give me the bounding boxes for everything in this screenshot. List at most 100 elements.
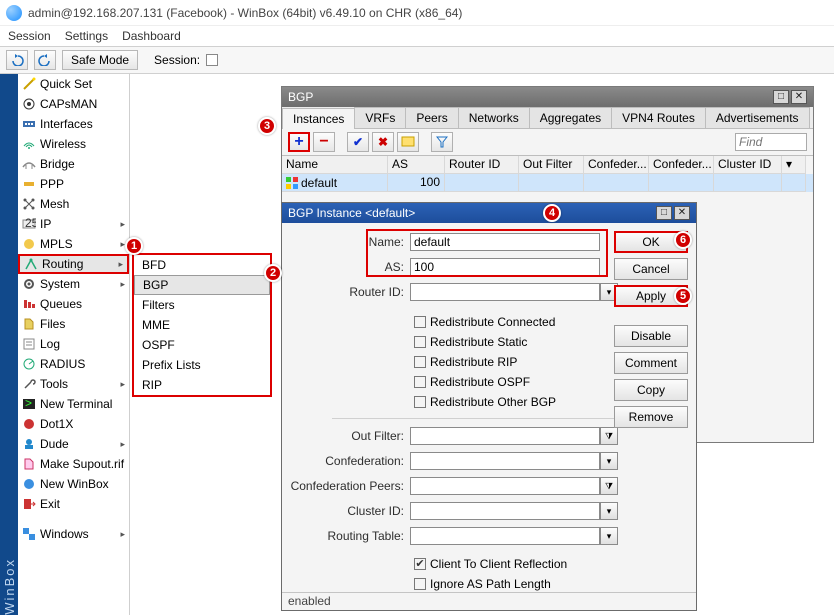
c2c-checkbox[interactable]: ✔ <box>414 558 426 570</box>
tab-instances[interactable]: Instances <box>282 108 355 129</box>
minimize-button[interactable]: □ <box>773 90 789 104</box>
tab-networks[interactable]: Networks <box>458 107 530 128</box>
redis-connected-checkbox[interactable] <box>414 316 426 328</box>
sidebar-item-dot1x[interactable]: Dot1X <box>18 414 129 434</box>
submenu-item-ospf[interactable]: OSPF <box>134 335 270 355</box>
tab-vpn4[interactable]: VPN4 Routes <box>611 107 706 128</box>
col-more[interactable]: ▾ <box>782 156 806 174</box>
confed-dropdown[interactable]: ▾ <box>600 452 618 470</box>
sidebar-item-newwinbox[interactable]: New WinBox <box>18 474 129 494</box>
submenu-item-filters[interactable]: Filters <box>134 295 270 315</box>
confed-peers-input[interactable] <box>410 477 600 495</box>
redis-rip-label: Redistribute RIP <box>430 355 517 369</box>
disable-button[interactable]: Disable <box>614 325 688 347</box>
name-input[interactable] <box>410 233 600 251</box>
sidebar-item-log[interactable]: Log <box>18 334 129 354</box>
disable-button[interactable]: ✖ <box>372 132 394 152</box>
sidebar-item-label: Bridge <box>40 157 75 171</box>
close-button[interactable]: ✕ <box>674 206 690 220</box>
confed-input[interactable] <box>410 452 600 470</box>
cluster-dropdown[interactable]: ▾ <box>600 502 618 520</box>
outfilter-input[interactable] <box>410 427 600 445</box>
redo-button[interactable] <box>34 50 56 70</box>
comment-button[interactable] <box>397 132 419 152</box>
sidebar-item-supout[interactable]: Make Supout.rif <box>18 454 129 474</box>
ignore-as-checkbox[interactable] <box>414 578 426 590</box>
col-routerid[interactable]: Router ID <box>445 156 519 174</box>
remove-button[interactable]: Remove <box>614 406 688 428</box>
close-button[interactable]: ✕ <box>791 90 807 104</box>
sidebar-item-system[interactable]: System▸ <box>18 274 129 294</box>
submenu-item-prefix-lists[interactable]: Prefix Lists <box>134 355 270 375</box>
outfilter-dropdown[interactable]: ⧩ <box>600 427 618 445</box>
redis-static-checkbox[interactable] <box>414 336 426 348</box>
submenu-item-rip[interactable]: RIP <box>134 375 270 395</box>
brand-text: WinBox <box>2 550 17 615</box>
rtable-input[interactable] <box>410 527 600 545</box>
sidebar-item-quickset[interactable]: Quick Set <box>18 74 129 94</box>
cancel-button[interactable]: Cancel <box>614 258 688 280</box>
sidebar-item-exit[interactable]: Exit <box>18 494 129 514</box>
menu-session[interactable]: Session <box>8 29 51 43</box>
sidebar-item-interfaces[interactable]: Interfaces <box>18 114 129 134</box>
queues-icon <box>22 297 36 311</box>
redis-rip-checkbox[interactable] <box>414 356 426 368</box>
sidebar-item-windows[interactable]: Windows▸ <box>18 524 129 544</box>
filter-button[interactable] <box>431 132 453 152</box>
find-input[interactable] <box>735 133 807 151</box>
sidebar-item-capsman[interactable]: CAPsMAN <box>18 94 129 114</box>
tab-peers[interactable]: Peers <box>405 107 458 128</box>
col-confed1[interactable]: Confeder... <box>584 156 649 174</box>
instance-status: enabled <box>282 592 696 610</box>
grid-row-default[interactable]: default 100 <box>282 174 813 192</box>
add-button[interactable]: + <box>288 132 310 152</box>
menu-settings[interactable]: Settings <box>65 29 108 43</box>
outfilter-label: Out Filter: <box>282 429 410 443</box>
col-cluster[interactable]: Cluster ID <box>714 156 782 174</box>
tab-vrfs[interactable]: VRFs <box>354 107 406 128</box>
col-confed2[interactable]: Confeder... <box>649 156 714 174</box>
minimize-button[interactable]: □ <box>656 206 672 220</box>
bgp-window-header[interactable]: BGP □ ✕ <box>282 87 813 107</box>
routerid-input[interactable] <box>410 283 600 301</box>
col-name[interactable]: Name <box>282 156 388 174</box>
remove-button[interactable]: − <box>313 132 335 152</box>
copy-button[interactable]: Copy <box>614 379 688 401</box>
redis-other-checkbox[interactable] <box>414 396 426 408</box>
exit-icon <box>22 497 36 511</box>
as-input[interactable] <box>410 258 600 276</box>
sidebar-item-wireless[interactable]: Wireless <box>18 134 129 154</box>
undo-button[interactable] <box>6 50 28 70</box>
sidebar-item-mpls[interactable]: MPLS▸ <box>18 234 129 254</box>
instance-header[interactable]: BGP Instance <default> □ ✕ <box>282 203 696 223</box>
cluster-input[interactable] <box>410 502 600 520</box>
sidebar-item-files[interactable]: Files <box>18 314 129 334</box>
safe-mode-button[interactable]: Safe Mode <box>62 50 138 70</box>
sidebar-item-bridge[interactable]: Bridge <box>18 154 129 174</box>
sidebar-item-dude[interactable]: Dude▸ <box>18 434 129 454</box>
sidebar-item-queues[interactable]: Queues <box>18 294 129 314</box>
comment-button[interactable]: Comment <box>614 352 688 374</box>
sidebar-item-label: CAPsMAN <box>40 97 97 111</box>
rtable-dropdown[interactable]: ▾ <box>600 527 618 545</box>
sidebar-item-radius[interactable]: RADIUS <box>18 354 129 374</box>
sidebar-item-ip[interactable]: 255IP▸ <box>18 214 129 234</box>
session-checkbox[interactable] <box>206 54 218 66</box>
tab-advertisements[interactable]: Advertisements <box>705 107 810 128</box>
enable-button[interactable]: ✔ <box>347 132 369 152</box>
sidebar-item-mesh[interactable]: Mesh <box>18 194 129 214</box>
sidebar-item-routing[interactable]: Routing▸ <box>18 254 129 274</box>
submenu-item-bfd[interactable]: BFD <box>134 255 270 275</box>
confed-peers-dropdown[interactable]: ⧩ <box>600 477 618 495</box>
menu-dashboard[interactable]: Dashboard <box>122 29 181 43</box>
submenu-item-bgp[interactable]: BGP <box>134 275 270 295</box>
sidebar-item-terminal[interactable]: >New Terminal <box>18 394 129 414</box>
col-outfilter[interactable]: Out Filter <box>519 156 584 174</box>
tab-aggregates[interactable]: Aggregates <box>529 107 612 128</box>
instance-title: BGP Instance <default> <box>288 206 415 220</box>
sidebar-item-tools[interactable]: Tools▸ <box>18 374 129 394</box>
sidebar-item-ppp[interactable]: PPP <box>18 174 129 194</box>
submenu-item-mme[interactable]: MME <box>134 315 270 335</box>
redis-ospf-checkbox[interactable] <box>414 376 426 388</box>
col-as[interactable]: AS <box>388 156 445 174</box>
